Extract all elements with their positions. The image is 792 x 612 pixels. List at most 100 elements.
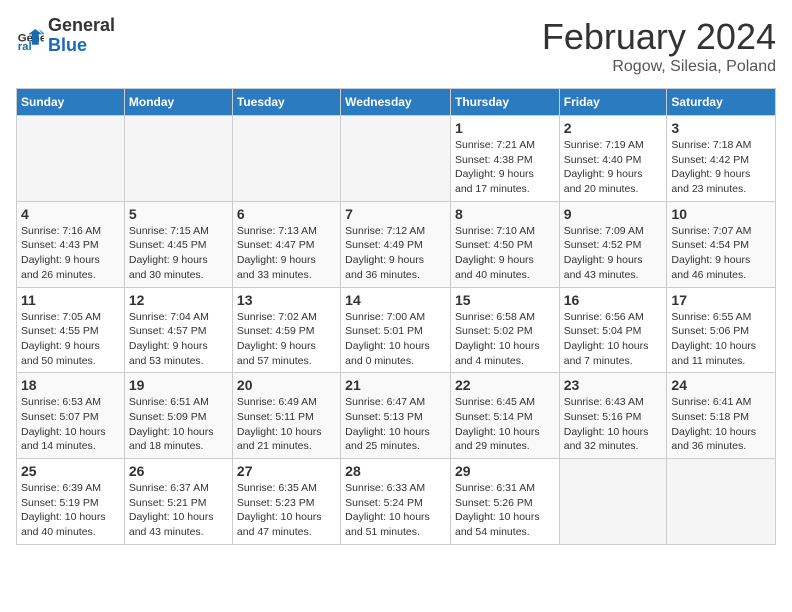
calendar-cell: 24 Sunrise: 6:41 AM Sunset: 5:18 PM Dayli…	[667, 373, 776, 459]
day-info: Sunrise: 7:19 AM Sunset: 4:40 PM Dayligh…	[564, 138, 663, 197]
day-number: 19	[129, 377, 228, 393]
day-info: Sunrise: 6:35 AM Sunset: 5:23 PM Dayligh…	[237, 481, 336, 540]
day-number: 5	[129, 206, 228, 222]
day-info: Sunrise: 6:31 AM Sunset: 5:26 PM Dayligh…	[455, 481, 555, 540]
svg-text:ral: ral	[18, 41, 32, 50]
calendar-cell: 16 Sunrise: 6:56 AM Sunset: 5:04 PM Dayli…	[559, 287, 667, 373]
day-number: 11	[21, 292, 120, 308]
day-info: Sunrise: 6:49 AM Sunset: 5:11 PM Dayligh…	[237, 395, 336, 454]
calendar-cell	[124, 116, 232, 202]
day-number: 3	[671, 120, 771, 136]
day-number: 12	[129, 292, 228, 308]
day-info: Sunrise: 7:07 AM Sunset: 4:54 PM Dayligh…	[671, 224, 771, 283]
day-number: 28	[345, 463, 446, 479]
day-info: Sunrise: 6:39 AM Sunset: 5:19 PM Dayligh…	[21, 481, 120, 540]
calendar-cell: 7 Sunrise: 7:12 AM Sunset: 4:49 PM Daylig…	[341, 201, 451, 287]
day-number: 24	[671, 377, 771, 393]
calendar-cell: 15 Sunrise: 6:58 AM Sunset: 5:02 PM Dayli…	[450, 287, 559, 373]
calendar-cell: 18 Sunrise: 6:53 AM Sunset: 5:07 PM Dayli…	[17, 373, 125, 459]
day-info: Sunrise: 7:10 AM Sunset: 4:50 PM Dayligh…	[455, 224, 555, 283]
calendar-cell: 26Sunrise: 6:37 AM Sunset: 5:21 PM Dayli…	[124, 459, 232, 545]
calendar-week-row: 1 Sunrise: 7:21 AM Sunset: 4:38 PM Daylig…	[17, 116, 776, 202]
weekday-header-cell: Thursday	[450, 89, 559, 116]
main-title: February 2024	[542, 16, 776, 58]
day-info: Sunrise: 7:02 AM Sunset: 4:59 PM Dayligh…	[237, 310, 336, 369]
day-number: 17	[671, 292, 771, 308]
day-number: 1	[455, 120, 555, 136]
day-info: Sunrise: 6:53 AM Sunset: 5:07 PM Dayligh…	[21, 395, 120, 454]
calendar-cell: 19 Sunrise: 6:51 AM Sunset: 5:09 PM Dayli…	[124, 373, 232, 459]
day-info: Sunrise: 6:51 AM Sunset: 5:09 PM Dayligh…	[129, 395, 228, 454]
day-number: 20	[237, 377, 336, 393]
day-info: Sunrise: 6:56 AM Sunset: 5:04 PM Dayligh…	[564, 310, 663, 369]
day-info: Sunrise: 7:12 AM Sunset: 4:49 PM Dayligh…	[345, 224, 446, 283]
day-info: Sunrise: 7:09 AM Sunset: 4:52 PM Dayligh…	[564, 224, 663, 283]
day-info: Sunrise: 6:41 AM Sunset: 5:18 PM Dayligh…	[671, 395, 771, 454]
calendar-cell: 10 Sunrise: 7:07 AM Sunset: 4:54 PM Dayli…	[667, 201, 776, 287]
calendar-cell: 5 Sunrise: 7:15 AM Sunset: 4:45 PM Daylig…	[124, 201, 232, 287]
day-number: 23	[564, 377, 663, 393]
weekday-header-cell: Sunday	[17, 89, 125, 116]
day-info: Sunrise: 7:15 AM Sunset: 4:45 PM Dayligh…	[129, 224, 228, 283]
day-info: Sunrise: 7:05 AM Sunset: 4:55 PM Dayligh…	[21, 310, 120, 369]
calendar-cell: 3 Sunrise: 7:18 AM Sunset: 4:42 PM Daylig…	[667, 116, 776, 202]
day-number: 2	[564, 120, 663, 136]
day-number: 16	[564, 292, 663, 308]
day-number: 9	[564, 206, 663, 222]
day-info: Sunrise: 7:00 AM Sunset: 5:01 PM Dayligh…	[345, 310, 446, 369]
calendar-cell: 20 Sunrise: 6:49 AM Sunset: 5:11 PM Dayli…	[232, 373, 340, 459]
day-info: Sunrise: 6:43 AM Sunset: 5:16 PM Dayligh…	[564, 395, 663, 454]
day-number: 25	[21, 463, 120, 479]
calendar-week-row: 25 Sunrise: 6:39 AM Sunset: 5:19 PM Dayli…	[17, 459, 776, 545]
day-info: Sunrise: 7:21 AM Sunset: 4:38 PM Dayligh…	[455, 138, 555, 197]
logo-icon: Gene ral	[16, 22, 44, 50]
calendar-cell	[341, 116, 451, 202]
logo-blue-text: Blue	[48, 36, 115, 56]
day-number: 18	[21, 377, 120, 393]
calendar-body: 1 Sunrise: 7:21 AM Sunset: 4:38 PM Daylig…	[17, 116, 776, 545]
calendar-cell: 23 Sunrise: 6:43 AM Sunset: 5:16 PM Dayli…	[559, 373, 667, 459]
weekday-header-cell: Tuesday	[232, 89, 340, 116]
calendar-cell: 9 Sunrise: 7:09 AM Sunset: 4:52 PM Daylig…	[559, 201, 667, 287]
day-info: Sunrise: 6:58 AM Sunset: 5:02 PM Dayligh…	[455, 310, 555, 369]
calendar-cell: 21 Sunrise: 6:47 AM Sunset: 5:13 PM Dayli…	[341, 373, 451, 459]
weekday-header-cell: Saturday	[667, 89, 776, 116]
day-info: Sunrise: 7:18 AM Sunset: 4:42 PM Dayligh…	[671, 138, 771, 197]
calendar-cell: 29 Sunrise: 6:31 AM Sunset: 5:26 PM Dayli…	[450, 459, 559, 545]
calendar-cell: 1 Sunrise: 7:21 AM Sunset: 4:38 PM Daylig…	[450, 116, 559, 202]
day-number: 7	[345, 206, 446, 222]
day-info: Sunrise: 6:33 AM Sunset: 5:24 PM Dayligh…	[345, 481, 446, 540]
calendar-table: SundayMondayTuesdayWednesdayThursdayFrid…	[16, 88, 776, 545]
calendar-cell: 8 Sunrise: 7:10 AM Sunset: 4:50 PM Daylig…	[450, 201, 559, 287]
weekday-header-cell: Friday	[559, 89, 667, 116]
day-number: 10	[671, 206, 771, 222]
calendar-cell	[17, 116, 125, 202]
calendar-cell: 14 Sunrise: 7:00 AM Sunset: 5:01 PM Dayli…	[341, 287, 451, 373]
calendar-week-row: 4 Sunrise: 7:16 AM Sunset: 4:43 PM Daylig…	[17, 201, 776, 287]
weekday-header-cell: Wednesday	[341, 89, 451, 116]
weekday-header-cell: Monday	[124, 89, 232, 116]
day-number: 13	[237, 292, 336, 308]
day-number: 21	[345, 377, 446, 393]
day-info: Sunrise: 6:47 AM Sunset: 5:13 PM Dayligh…	[345, 395, 446, 454]
day-number: 29	[455, 463, 555, 479]
calendar-cell: 28 Sunrise: 6:33 AM Sunset: 5:24 PM Dayli…	[341, 459, 451, 545]
calendar-cell: 27Sunrise: 6:35 AM Sunset: 5:23 PM Dayli…	[232, 459, 340, 545]
calendar-cell	[667, 459, 776, 545]
calendar-cell: 22 Sunrise: 6:45 AM Sunset: 5:14 PM Dayli…	[450, 373, 559, 459]
day-info: Sunrise: 6:55 AM Sunset: 5:06 PM Dayligh…	[671, 310, 771, 369]
calendar-week-row: 18 Sunrise: 6:53 AM Sunset: 5:07 PM Dayli…	[17, 373, 776, 459]
day-info: Sunrise: 7:04 AM Sunset: 4:57 PM Dayligh…	[129, 310, 228, 369]
day-number: 14	[345, 292, 446, 308]
day-info: Sunrise: 6:45 AM Sunset: 5:14 PM Dayligh…	[455, 395, 555, 454]
day-info: Sunrise: 7:16 AM Sunset: 4:43 PM Dayligh…	[21, 224, 120, 283]
day-number: 15	[455, 292, 555, 308]
title-section: February 2024 Rogow, Silesia, Poland	[542, 16, 776, 76]
day-number: 4	[21, 206, 120, 222]
day-number: 22	[455, 377, 555, 393]
day-number: 6	[237, 206, 336, 222]
logo-general-text: General	[48, 16, 115, 36]
calendar-cell: 17 Sunrise: 6:55 AM Sunset: 5:06 PM Dayli…	[667, 287, 776, 373]
day-number: 8	[455, 206, 555, 222]
page-header: Gene ral General Blue February 2024 Rogo…	[16, 16, 776, 76]
